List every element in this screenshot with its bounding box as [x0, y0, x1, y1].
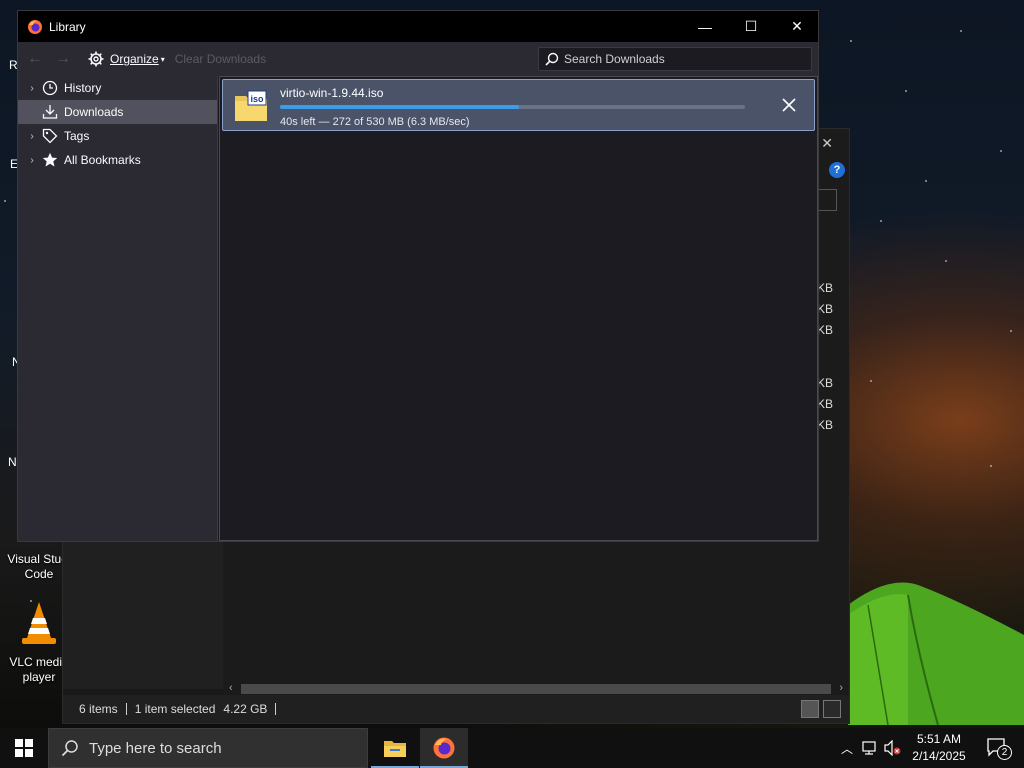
help-icon[interactable]: ?: [829, 162, 845, 178]
taskbar-firefox[interactable]: [420, 728, 468, 768]
sidebar-item-label: History: [64, 81, 102, 95]
start-button[interactable]: [0, 728, 48, 768]
clear-downloads-button[interactable]: Clear Downloads: [175, 52, 266, 66]
library-titlebar: Library — ☐ ✕: [18, 11, 818, 42]
search-downloads-input[interactable]: [564, 52, 804, 66]
view-toggle: [801, 700, 841, 718]
organize-button[interactable]: Organize ▾: [88, 51, 165, 67]
vlc-cone-icon: [22, 602, 56, 644]
chevron-up-icon[interactable]: ︿: [838, 740, 856, 757]
status-item-count: 6 items: [79, 702, 118, 716]
clock-time: 5:51 AM: [916, 732, 962, 746]
taskbar-clock[interactable]: 5:51 AM 2/14/2025: [900, 731, 978, 765]
clock-date: 2/14/2025: [912, 749, 966, 763]
firefox-icon: [28, 19, 42, 34]
size-cell: KB: [816, 397, 833, 411]
tag-icon: [42, 128, 58, 144]
status-separator: [275, 703, 277, 715]
back-button[interactable]: ←: [24, 50, 46, 68]
download-icon: [42, 104, 58, 120]
download-progress-fill: [280, 105, 519, 109]
maximize-button[interactable]: ☐: [728, 11, 774, 42]
svg-text:iso: iso: [250, 94, 264, 104]
search-icon: [61, 740, 78, 757]
status-separator: [125, 703, 127, 715]
download-item[interactable]: iso virtio-win-1.9.44.iso 40s left — 272…: [222, 79, 815, 131]
iso-file-icon: iso: [235, 90, 267, 121]
tent-image: [848, 582, 1024, 725]
system-tray: ︿: [838, 728, 902, 768]
large-icons-view-button[interactable]: [823, 700, 841, 718]
scrollbar-thumb[interactable]: [241, 684, 831, 694]
search-downloads-field[interactable]: [538, 47, 812, 71]
search-icon: [545, 52, 559, 66]
downloads-list[interactable]: iso virtio-win-1.9.44.iso 40s left — 272…: [219, 76, 818, 541]
organize-label: Organize: [110, 52, 159, 66]
desktop-partial-label: N: [8, 455, 17, 469]
sidebar-item-tags[interactable]: › Tags: [18, 124, 217, 148]
chevron-right-icon[interactable]: ›: [26, 131, 38, 142]
details-view-button[interactable]: [801, 700, 819, 718]
size-cell: KB: [816, 376, 833, 390]
cancel-download-button[interactable]: [778, 94, 800, 116]
explorer-close-icon[interactable]: ✕: [821, 135, 833, 152]
folder-icon: [384, 741, 406, 757]
sidebar-item-label: Downloads: [64, 105, 124, 119]
minimize-button[interactable]: —: [682, 11, 728, 42]
close-icon: [782, 98, 796, 112]
size-cell: KB: [816, 281, 833, 295]
status-size: 4.22 GB: [223, 702, 268, 716]
chevron-right-icon[interactable]: ›: [26, 83, 38, 94]
download-filename: virtio-win-1.9.44.iso: [280, 86, 384, 100]
scroll-right-icon[interactable]: ›: [839, 682, 843, 694]
notification-count-badge: 2: [997, 745, 1012, 760]
sidebar-item-history[interactable]: › History: [18, 76, 217, 100]
download-progress-bar: [280, 105, 745, 109]
chevron-right-icon[interactable]: ›: [26, 155, 38, 166]
explorer-status-bar: 6 items 1 item selected 4.22 GB: [63, 695, 849, 723]
chevron-down-icon: ▾: [160, 54, 165, 64]
star-icon: [42, 152, 58, 168]
taskbar-search-placeholder: Type here to search: [89, 739, 222, 757]
close-button[interactable]: ✕: [774, 11, 820, 42]
sidebar-item-all-bookmarks[interactable]: › All Bookmarks: [18, 148, 217, 172]
window-title: Library: [49, 19, 86, 34]
firefox-icon: [433, 737, 455, 759]
forward-button[interactable]: →: [52, 50, 74, 68]
status-selected: 1 item selected: [134, 702, 216, 716]
library-window: Library — ☐ ✕ ← → Organize ▾ Clear Downl…: [17, 10, 819, 542]
clock-icon: [42, 80, 58, 96]
library-sidebar: › History Downloads › Tags › All Bookmar…: [18, 76, 218, 541]
windows-logo-icon: [15, 739, 33, 757]
gear-icon: [88, 51, 104, 67]
scroll-left-icon[interactable]: ‹: [229, 682, 233, 694]
size-cell: KB: [816, 323, 833, 337]
sidebar-item-downloads[interactable]: Downloads: [18, 100, 217, 124]
taskbar: Type here to search ︿ 5:51 AM 2/14/2025 …: [0, 728, 1024, 768]
library-toolbar: ← → Organize ▾ Clear Downloads: [18, 42, 818, 76]
sidebar-item-label: All Bookmarks: [64, 153, 141, 167]
download-status: 40s left — 272 of 530 MB (6.3 MB/sec): [280, 116, 470, 128]
size-cell: KB: [816, 302, 833, 316]
sidebar-item-label: Tags: [64, 129, 90, 143]
size-cell: KB: [816, 418, 833, 432]
action-center-button[interactable]: 2: [978, 728, 1018, 768]
taskbar-search-box[interactable]: Type here to search: [48, 728, 368, 768]
taskbar-file-explorer[interactable]: [371, 728, 419, 768]
network-icon[interactable]: [862, 740, 880, 756]
